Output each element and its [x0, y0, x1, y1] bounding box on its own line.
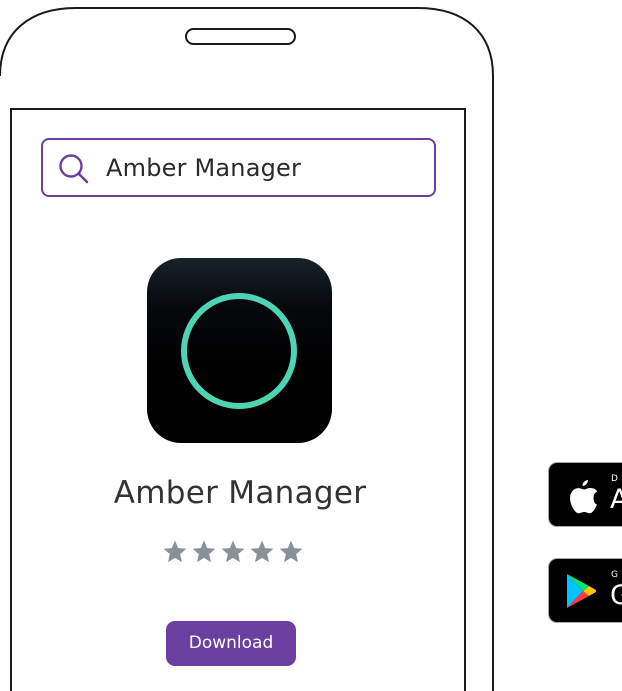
app-name: Amber Manager — [113, 475, 367, 511]
google-play-badge-title: G — [610, 581, 622, 611]
star-icon — [221, 540, 245, 563]
app-store-illustration: Amber Manager Amber Manager Download D A… — [0, 0, 622, 691]
google-play-icon — [567, 574, 597, 608]
search-input[interactable]: Amber Manager — [41, 138, 436, 197]
google-play-badge-caption: G — [611, 570, 618, 580]
apple-icon — [570, 480, 598, 514]
app-icon[interactable] — [147, 258, 332, 443]
star-icon — [279, 540, 303, 563]
search-icon — [59, 154, 89, 184]
star-rating — [163, 540, 303, 563]
ring-icon — [181, 293, 297, 409]
star-icon — [192, 540, 216, 563]
google-play-badge[interactable]: G G — [548, 558, 622, 623]
app-store-badge[interactable]: D A — [548, 462, 622, 527]
star-icon — [163, 540, 187, 563]
star-icon — [250, 540, 274, 563]
app-store-badge-title: A — [610, 485, 622, 515]
download-button[interactable]: Download — [166, 621, 296, 666]
phone-speaker — [185, 28, 296, 45]
app-store-badge-caption: D — [611, 474, 618, 484]
search-query-text: Amber Manager — [106, 154, 302, 182]
